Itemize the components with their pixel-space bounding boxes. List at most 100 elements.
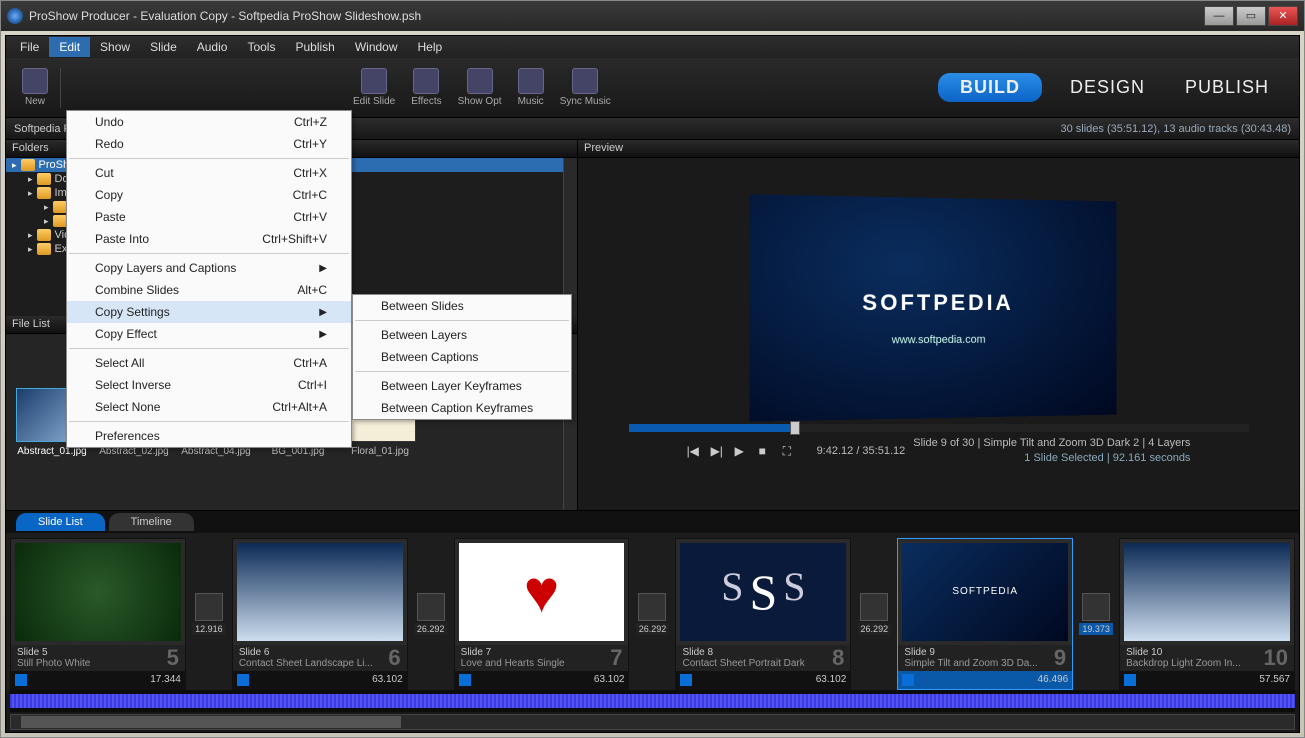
preview-panel: SOFTPEDIA www.softpedia.com |◀ ▶| ▶ ■ ⛶ …	[578, 158, 1299, 510]
show-stats: 30 slides (35:51.12), 13 audio tracks (3…	[653, 123, 1292, 135]
menu-item-redo[interactable]: RedoCtrl+Y	[67, 133, 351, 155]
slide-card[interactable]: SSSSlide 8Contact Sheet Portrait Dark863…	[675, 538, 851, 690]
toolbar-show-opt[interactable]: Show Opt	[450, 64, 510, 111]
menu-item-copy-layers-and-captions[interactable]: Copy Layers and Captions▶	[67, 257, 351, 279]
mode-design[interactable]: DESIGN	[1058, 73, 1157, 102]
tab-slide-list[interactable]: Slide List	[16, 513, 105, 531]
window-title: ProShow Producer - Evaluation Copy - Sof…	[29, 9, 1204, 23]
slide-card[interactable]: Slide 5Still Photo White517.344	[10, 538, 186, 690]
close-button[interactable]: ✕	[1268, 6, 1298, 26]
audio-waveform[interactable]	[10, 690, 1295, 712]
folder-icon	[37, 187, 51, 199]
menu-audio[interactable]: Audio	[187, 37, 238, 57]
submenu-arrow-icon: ▶	[279, 329, 327, 340]
folder-icon	[37, 229, 51, 241]
menu-publish[interactable]: Publish	[285, 37, 344, 57]
folders-scrollbar[interactable]	[563, 158, 577, 316]
tab-timeline[interactable]: Timeline	[109, 513, 194, 531]
transition-icon	[1082, 593, 1110, 621]
menu-item-paste[interactable]: PasteCtrl+V	[67, 206, 351, 228]
folder-icon	[53, 215, 67, 227]
menu-item-cut[interactable]: CutCtrl+X	[67, 162, 351, 184]
transition[interactable]: 12.916	[194, 593, 224, 635]
play-icon[interactable]	[459, 674, 471, 686]
slide-card[interactable]: Slide 10Backdrop Light Zoom In...1057.56…	[1119, 538, 1295, 690]
prev-button[interactable]: |◀	[687, 444, 703, 458]
seek-knob[interactable]	[790, 421, 800, 435]
menu-item-undo[interactable]: UndoCtrl+Z	[67, 111, 351, 133]
app-icon	[7, 8, 23, 24]
maximize-button[interactable]: ▭	[1236, 6, 1266, 26]
submenu-arrow-icon: ▶	[279, 307, 327, 318]
transition[interactable]: 19.373	[1081, 593, 1111, 635]
menubar: FileEditShowSlideAudioToolsPublishWindow…	[6, 36, 1299, 58]
slide-card[interactable]: ♥Slide 7Love and Hearts Single763.102	[454, 538, 630, 690]
menu-item-select-none[interactable]: Select NoneCtrl+Alt+A	[67, 396, 351, 418]
selection-info: 1 Slide Selected | 92.161 seconds	[913, 451, 1190, 466]
transition[interactable]: 26.292	[416, 593, 446, 635]
menu-item-preferences[interactable]: Preferences	[67, 425, 351, 447]
slide-card[interactable]: SOFTPEDIASlide 9Simple Tilt and Zoom 3D …	[897, 538, 1073, 690]
edit-menu: UndoCtrl+ZRedoCtrl+YCutCtrl+XCopyCtrl+CP…	[66, 110, 352, 448]
play-icon[interactable]	[902, 674, 914, 686]
preview-canvas: SOFTPEDIA www.softpedia.com	[749, 194, 1116, 421]
folder-icon	[37, 173, 51, 185]
menu-slide[interactable]: Slide	[140, 37, 187, 57]
timeline-scrollbar[interactable]	[10, 714, 1295, 730]
folder-icon	[53, 201, 67, 213]
menu-tools[interactable]: Tools	[237, 37, 285, 57]
submenu-item-between-layers[interactable]: Between Layers	[353, 324, 571, 346]
minimize-button[interactable]: —	[1204, 6, 1234, 26]
transition[interactable]: 26.292	[637, 593, 667, 635]
folder-icon	[21, 159, 35, 171]
play-icon[interactable]	[680, 674, 692, 686]
menu-item-paste-into[interactable]: Paste IntoCtrl+Shift+V	[67, 228, 351, 250]
menu-item-copy-effect[interactable]: Copy Effect▶	[67, 323, 351, 345]
slide-info: Slide 9 of 30 | Simple Tilt and Zoom 3D …	[913, 436, 1190, 451]
submenu-arrow-icon: ▶	[279, 263, 327, 274]
toolbar-effects[interactable]: Effects	[403, 64, 449, 111]
menu-file[interactable]: File	[10, 37, 49, 57]
menu-item-copy-settings[interactable]: Copy Settings▶	[67, 301, 351, 323]
slide-card[interactable]: Slide 6Contact Sheet Landscape Li...663.…	[232, 538, 408, 690]
titlebar: ProShow Producer - Evaluation Copy - Sof…	[1, 1, 1304, 31]
play-icon[interactable]	[237, 674, 249, 686]
play-icon[interactable]	[1124, 674, 1136, 686]
toolbar: New Edit SlideEffectsShow OptMusicSync M…	[6, 58, 1299, 118]
play-icon[interactable]	[15, 674, 27, 686]
transition-icon	[195, 593, 223, 621]
slide-list: Slide 5Still Photo White517.344 12.916 Sli…	[6, 533, 1299, 690]
copy-settings-submenu: Between SlidesBetween LayersBetween Capt…	[352, 294, 572, 420]
new-icon	[22, 68, 48, 94]
folder-icon	[37, 243, 51, 255]
submenu-item-between-caption-keyframes[interactable]: Between Caption Keyframes	[353, 397, 571, 419]
stop-button[interactable]: ■	[759, 444, 775, 458]
toolbar-new[interactable]: New	[14, 64, 56, 111]
transition[interactable]: 26.292	[859, 593, 889, 635]
fullscreen-button[interactable]: ⛶	[783, 444, 799, 458]
transition-icon	[638, 593, 666, 621]
mode-publish[interactable]: PUBLISH	[1173, 73, 1281, 102]
submenu-item-between-layer-keyframes[interactable]: Between Layer Keyframes	[353, 375, 571, 397]
toolbar-edit-slide[interactable]: Edit Slide	[345, 64, 403, 111]
play-button[interactable]: ▶	[735, 444, 751, 458]
toolbar-music[interactable]: Music	[510, 64, 552, 111]
transition-icon	[860, 593, 888, 621]
submenu-item-between-captions[interactable]: Between Captions	[353, 346, 571, 368]
time-display: 9:42.12 / 35:51.12	[817, 445, 906, 457]
menu-item-select-all[interactable]: Select AllCtrl+A	[67, 352, 351, 374]
preview-brand: SOFTPEDIA	[749, 289, 1116, 316]
menu-show[interactable]: Show	[90, 37, 140, 57]
next-button[interactable]: ▶|	[711, 444, 727, 458]
seek-bar[interactable]	[629, 424, 1249, 432]
submenu-item-between-slides[interactable]: Between Slides	[353, 295, 571, 317]
menu-window[interactable]: Window	[345, 37, 408, 57]
toolbar-sync-music[interactable]: Sync Music	[552, 64, 619, 111]
menu-item-select-inverse[interactable]: Select InverseCtrl+I	[67, 374, 351, 396]
menu-item-combine-slides[interactable]: Combine SlidesAlt+C	[67, 279, 351, 301]
menu-help[interactable]: Help	[408, 37, 453, 57]
mode-build[interactable]: BUILD	[938, 73, 1042, 102]
transition-icon	[417, 593, 445, 621]
menu-edit[interactable]: Edit	[49, 37, 90, 57]
menu-item-copy[interactable]: CopyCtrl+C	[67, 184, 351, 206]
